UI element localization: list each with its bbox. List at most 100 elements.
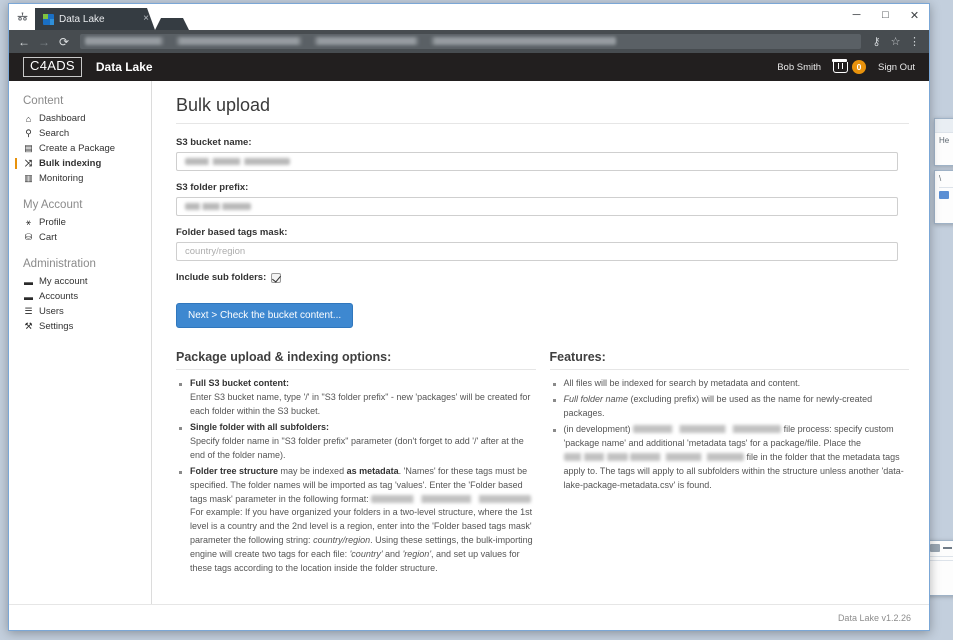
feature-text: All files will be indexed for search by … [563,378,801,388]
option-lead: Single folder with all subfolders: [190,421,330,432]
datalake-favicon [43,14,54,25]
s3-folder-prefix-input[interactable] [176,197,898,216]
browser-toolbar: ← → ⟳ ⚷ ☆ ⋮ [9,30,929,53]
features-title: Features: [549,350,909,370]
sidebar-item-users[interactable]: ☰ Users [9,304,151,319]
background-window-b-row: \ [939,174,953,183]
browser-window: Data Lake × ─ □ ✕ ← → ⟳ ⚷ ☆ ⋮ C4ADS Data… [8,3,930,631]
option-lead: Full S3 bucket content: [190,378,290,388]
forward-icon[interactable]: → [35,33,53,51]
new-tab-button[interactable] [155,18,189,30]
sidebar-item-label: Dashboard [39,113,86,124]
next-check-bucket-button[interactable]: Next > Check the bucket content... [176,303,354,328]
sidebar: Content ⌂ Dashboard ⚲ Search ▤ Create a … [9,81,152,630]
redacted-value [371,494,532,503]
background-window-a-body: He [935,133,953,148]
include-subfolders-row[interactable]: Include sub folders: [176,272,909,283]
minimize-button[interactable]: ─ [842,4,871,26]
divider [930,560,953,561]
sidebar-item-my-account[interactable]: ▬ My account [9,274,151,289]
background-window-a[interactable]: ✕ He [934,118,953,166]
sign-out-link[interactable]: Sign Out [878,62,915,73]
list-item: Single folder with all subfolders: Speci… [176,421,536,463]
main-content: Bulk upload S3 bucket name: S3 folder pr… [152,81,929,630]
page-viewport: C4ADS Data Lake Bob Smith 0 Sign Out Con… [9,53,929,630]
folder-tags-mask-label: Folder based tags mask: [176,227,288,238]
features-panel: Features: All files will be indexed for … [549,350,910,578]
list-item: All files will be indexed for search by … [550,377,910,391]
option-lead2: as metadata [346,465,399,476]
wrench-icon: ⚒ [24,321,33,331]
features-list: All files will be indexed for search by … [550,377,910,493]
redacted-value [630,452,745,461]
option-text: Enter S3 bucket name, type '/' in "S3 fo… [190,391,531,416]
dash-icon [943,547,952,549]
folder-tags-mask-input[interactable]: country/region [176,242,898,261]
sidebar-item-label: Profile [39,217,66,228]
sidebar-item-label: Users [39,306,64,317]
close-icon[interactable]: × [143,14,149,24]
sidebar-item-accounts[interactable]: ▬ Accounts [9,289,151,304]
address-bar[interactable] [80,34,861,49]
sidebar-item-search[interactable]: ⚲ Search [9,126,151,141]
redacted-value [633,424,782,433]
desktop-backdrop: ✕ He \ [0,0,953,640]
s3-bucket-name-input[interactable] [176,152,898,171]
sidebar-item-cart[interactable]: ⛁ Cart [9,230,151,245]
bookmark-star-icon[interactable]: ☆ [887,33,904,50]
sidebar-item-settings[interactable]: ⚒ Settings [9,319,151,334]
version-label: Data Lake v1.2.26 [837,612,911,623]
list-item: Full S3 bucket content: Enter S3 bucket … [176,377,536,419]
option-italic-c2: 'region' [402,549,432,560]
include-subfolders-checkbox[interactable] [271,272,282,283]
monitor-icon: ▥ [24,173,33,183]
option-text: Specify folder name in "S3 folder prefix… [190,435,524,460]
app-footer: Data Lake v1.2.26 [9,604,929,630]
option-italic-b: country/region [313,535,371,546]
browser-tab-datalake[interactable]: Data Lake × [35,8,155,30]
list-icon: ☰ [24,306,33,316]
list-item: Full folder name (excluding prefix) will… [550,393,910,421]
sidebar-item-create-package[interactable]: ▤ Create a Package [9,141,151,156]
option-italic-c1: 'country' [349,549,383,560]
briefcase-icon: ▬ [24,291,33,302]
sidebar-item-monitoring[interactable]: ▥ Monitoring [9,171,151,186]
feature-italic-lead: Full folder name [563,393,629,404]
sidebar-item-label: Search [39,128,70,139]
cart-widget[interactable]: 0 [832,59,867,74]
sidebar-item-label: Bulk indexing [39,158,102,169]
sidebar-group-my-account: My Account [23,199,83,211]
cart-count-badge: 0 [852,60,867,74]
close-window-button[interactable]: ✕ [900,4,929,26]
s3-bucket-name-label: S3 bucket name: [176,137,252,148]
shuffle-icon: ⤨ [24,158,33,168]
sidebar-item-profile[interactable]: ⚹ Profile [9,215,151,230]
background-window-c-row [930,544,953,552]
option-mid: may be indexed [278,465,347,476]
maximize-button[interactable]: □ [871,4,900,26]
background-window-b[interactable]: \ [934,170,953,224]
browser-menu-icon[interactable]: ⋮ [906,33,923,50]
user-icon: ⚹ [25,217,32,227]
redacted-value [185,203,251,210]
package-upload-options-list: Full S3 bucket content: Enter S3 bucket … [176,377,536,576]
sidebar-item-label: Accounts [39,291,79,302]
browser-tabstrip: Data Lake × ─ □ ✕ [9,4,929,30]
reload-icon[interactable]: ⟳ [55,33,73,51]
sidebar-group-administration: Administration [23,258,96,270]
user-name[interactable]: Bob Smith [777,62,821,73]
tab-search-icon[interactable] [9,4,35,30]
cart-icon: ⛁ [24,232,33,242]
tab-title: Data Lake [59,13,105,25]
divider [939,187,953,188]
back-icon[interactable]: ← [15,33,33,51]
option-text-d: and [382,549,403,560]
background-window-a-label: He [939,136,950,145]
chip-icon [939,191,949,199]
app-header: C4ADS Data Lake Bob Smith 0 Sign Out [9,53,929,81]
sidebar-item-dashboard[interactable]: ⌂ Dashboard [9,111,151,126]
option-lead: Folder tree structure [190,465,279,476]
sidebar-item-bulk-indexing[interactable]: ⤨ Bulk indexing [9,156,151,171]
c4ads-logo[interactable]: C4ADS [23,57,82,77]
password-key-icon[interactable]: ⚷ [868,33,885,50]
